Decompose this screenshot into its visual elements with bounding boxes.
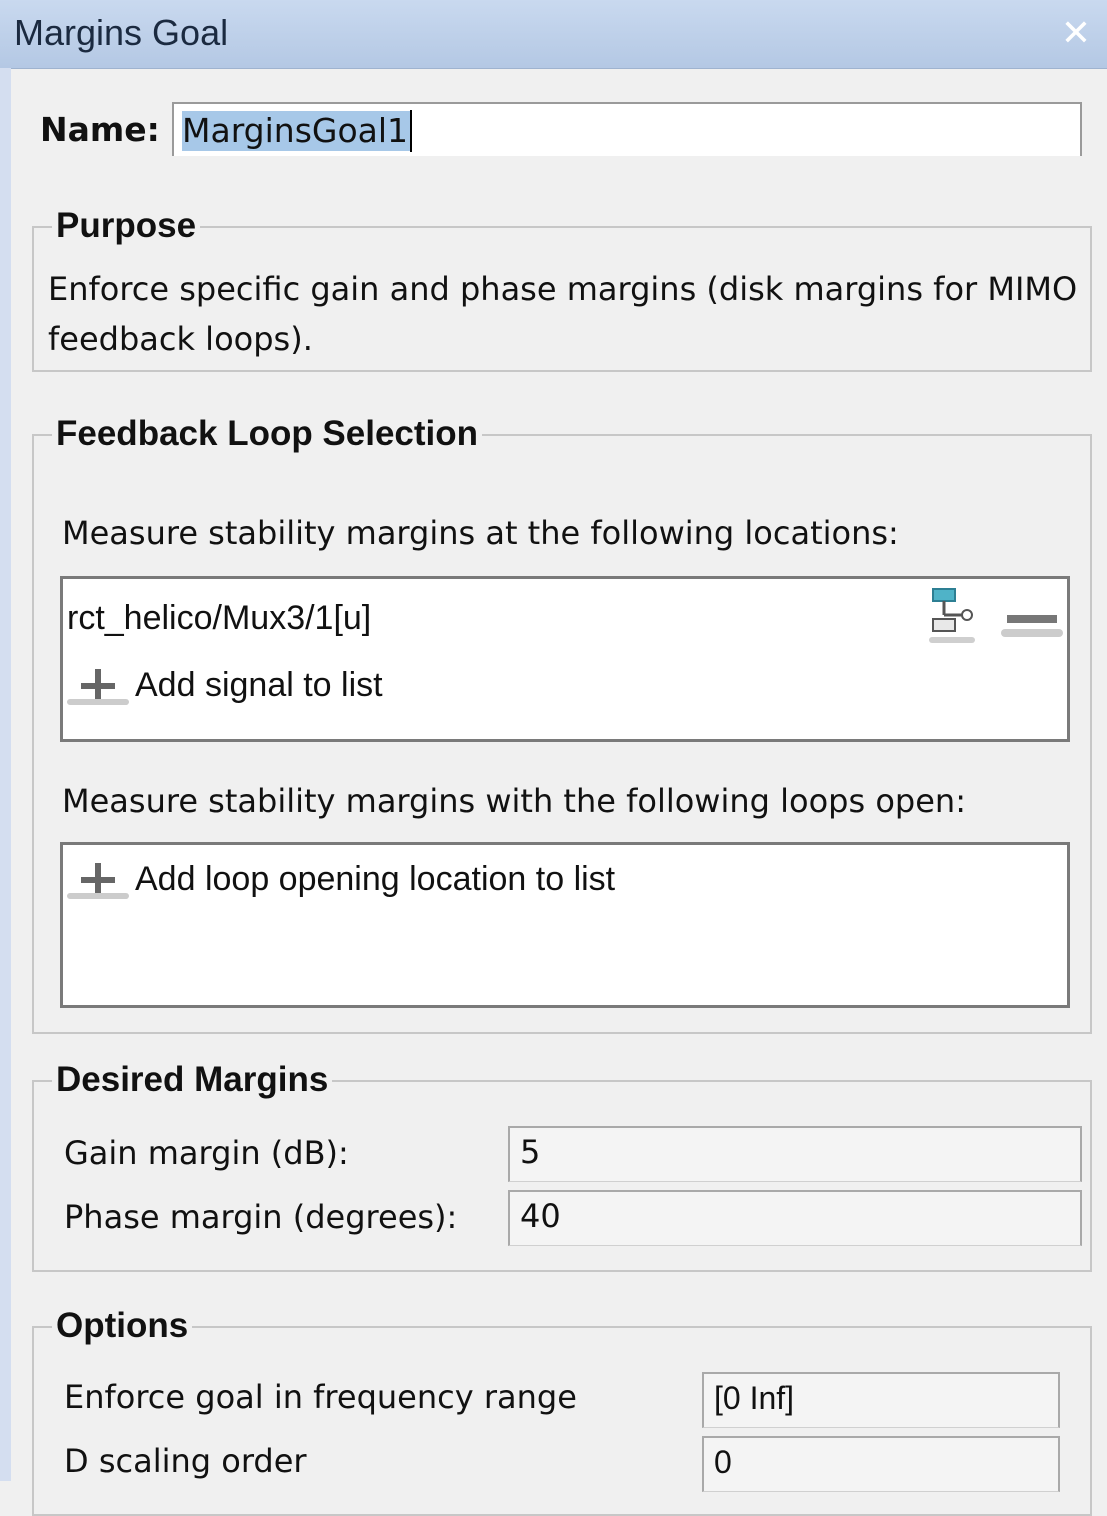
options-title: Options (52, 1306, 193, 1346)
gain-margin-field[interactable]: 5 (508, 1126, 1082, 1182)
gain-margin-label: Gain margin (dB): (64, 1134, 349, 1172)
options-group: Options Enforce goal in frequency range … (32, 1306, 1092, 1516)
text-caret (410, 110, 412, 152)
plus-icon (67, 665, 129, 705)
name-field[interactable]: MarginsGoal1 (172, 102, 1082, 156)
frequency-range-field[interactable]: [0 Inf] (702, 1372, 1060, 1428)
window-frame (0, 68, 11, 1481)
list-item[interactable]: rct_helico/Mux3/1[u] (67, 599, 371, 638)
remove-signal-icon[interactable] (1001, 603, 1063, 643)
purpose-text: Enforce specific gain and phase margins … (48, 270, 1078, 358)
add-signal-button[interactable]: Add signal to list (67, 665, 383, 705)
add-signal-label: Add signal to list (135, 665, 383, 704)
signal-select-icon[interactable] (925, 587, 981, 647)
purpose-title: Purpose (52, 206, 201, 246)
frequency-range-label: Enforce goal in frequency range (64, 1378, 577, 1416)
phase-margin-label: Phase margin (degrees): (64, 1198, 458, 1236)
margins-title: Desired Margins (52, 1060, 333, 1100)
locations-list[interactable]: rct_helico/Mux3/1[u] Add signal to list (60, 576, 1070, 742)
add-opening-button[interactable]: Add loop opening location to list (67, 859, 615, 899)
close-icon[interactable]: ✕ (1053, 10, 1099, 56)
openings-list[interactable]: Add loop opening location to list (60, 842, 1070, 1008)
plus-icon (67, 859, 129, 899)
feedback-title: Feedback Loop Selection (52, 414, 483, 454)
desired-margins-group: Desired Margins Gain margin (dB): 5 Phas… (32, 1060, 1092, 1272)
title-bar: Margins Goal ✕ (0, 0, 1107, 69)
d-scaling-label: D scaling order (64, 1442, 307, 1480)
name-label: Name: (40, 110, 160, 149)
openings-label: Measure stability margins with the follo… (62, 782, 966, 820)
add-opening-label: Add loop opening location to list (135, 859, 616, 898)
feedback-loop-group: Feedback Loop Selection Measure stabilit… (32, 414, 1092, 1034)
window-title: Margins Goal (14, 12, 229, 53)
purpose-group: Purpose Enforce specific gain and phase … (32, 206, 1092, 372)
locations-label: Measure stability margins at the followi… (62, 514, 899, 552)
d-scaling-field[interactable]: 0 (702, 1436, 1060, 1492)
name-value: MarginsGoal1 (182, 111, 411, 151)
phase-margin-field[interactable]: 40 (508, 1190, 1082, 1246)
